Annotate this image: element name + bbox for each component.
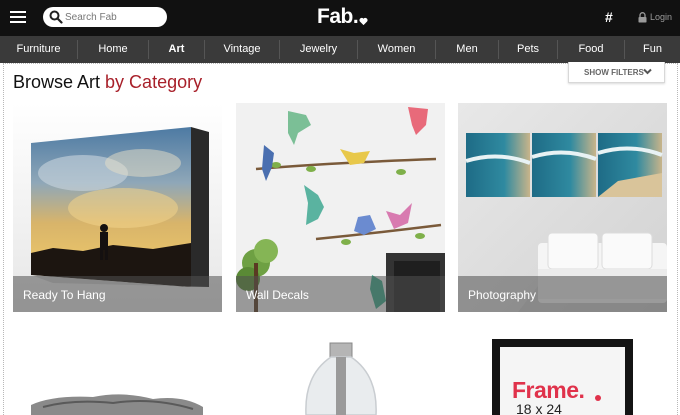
chevron-down-icon [643, 68, 652, 75]
nav-item-jewelry[interactable]: Jewelry [280, 36, 357, 63]
fab-logo[interactable]: Fab. [317, 5, 359, 29]
frame-poster-size: 18 x 24 [516, 401, 562, 415]
hamburger-menu-icon[interactable] [10, 11, 26, 24]
nav-item-men[interactable]: Men [436, 36, 498, 63]
page-title: Browse Art by Category [13, 72, 202, 93]
nav-item-art[interactable]: Art [149, 36, 204, 63]
show-filters-button[interactable]: SHOW FILTERS [568, 62, 665, 83]
category-tile-row2-2[interactable] [236, 335, 445, 415]
category-tile-photography[interactable]: Photography [458, 103, 667, 312]
page-title-main: Browse Art [13, 72, 101, 92]
hashtag-icon[interactable]: # [605, 9, 613, 25]
nav-item-pets[interactable]: Pets [499, 36, 557, 63]
nav-item-home[interactable]: Home [78, 36, 148, 63]
fish-sculpture-image [13, 335, 222, 415]
tile-label: Wall Decals [246, 288, 309, 302]
nav-item-women[interactable]: Women [358, 36, 435, 63]
show-filters-label: SHOW FILTERS [584, 68, 644, 77]
page-title-accent: by Category [105, 72, 203, 92]
frame-poster-title: Frame. [512, 377, 585, 404]
search-icon [49, 10, 63, 24]
nav-item-fun[interactable]: Fun [625, 36, 680, 63]
nav-item-food[interactable]: Food [558, 36, 624, 63]
login-label: Login [650, 12, 673, 22]
tile-label: Photography [468, 288, 537, 302]
frame-text: Frame. [512, 377, 585, 403]
category-tile-wall-decals[interactable]: Wall Decals [236, 103, 445, 312]
top-bar: Fab. # Login [0, 0, 680, 36]
tile-caption-bar: Wall Decals [236, 276, 445, 312]
search-input[interactable] [65, 10, 161, 24]
category-tile-row2-1[interactable] [13, 335, 222, 415]
category-tile-row2-3[interactable]: Frame. 18 x 24 [458, 335, 667, 415]
heart-icon [359, 17, 368, 26]
nav-item-furniture[interactable]: Furniture [0, 36, 77, 63]
category-nav: Furniture Home Art Vintage Jewelry Women… [0, 36, 680, 63]
tile-caption-bar: Ready To Hang [13, 276, 222, 312]
nav-item-vintage[interactable]: Vintage [205, 36, 279, 63]
category-tile-ready-to-hang[interactable]: Ready To Hang [13, 103, 222, 312]
search-box[interactable] [43, 7, 167, 27]
lightbulb-image [236, 335, 445, 415]
lock-icon [638, 12, 647, 23]
tile-label: Ready To Hang [23, 288, 106, 302]
tile-caption-bar: Photography [458, 276, 667, 312]
